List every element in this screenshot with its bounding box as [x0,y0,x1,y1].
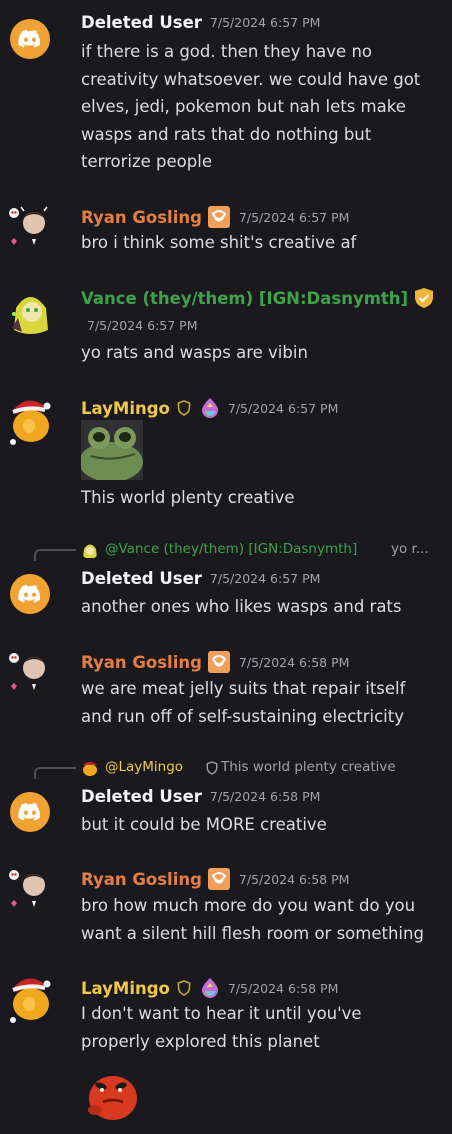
message-line: creativity whatsoever. we could have got [81,69,421,89]
timestamp: 7/5/2024 6:58 PM [227,980,339,996]
message-line: I don't want to hear it until you've [81,1004,362,1023]
shield-icon [177,980,191,996]
author-name[interactable]: LayMingo [81,979,170,998]
message-line: if there is a god. then they have no [81,42,372,61]
message-header: Ryan Gosling 7/5/2024 6:58 PM [81,650,349,674]
message-line: bro how much more do you want do you [81,896,416,915]
message-header: Deleted User 7/5/2024 6:58 PM [81,787,320,806]
rainbow-gem-icon[interactable] [200,397,220,419]
timestamp: 7/5/2024 6:57 PM [238,209,350,225]
discord-logo-icon [18,30,41,48]
author-name[interactable]: Ryan Gosling [81,653,202,672]
timestamp: 7/5/2024 6:58 PM [238,654,350,670]
reply-author[interactable]: @Vance (they/them) [IGN:Dasnymth] [105,541,357,557]
message-header: Ryan Gosling 7/5/2024 6:57 PM [81,205,349,229]
message-header: LayMingo 7/5/2024 6:57 PM [81,397,338,419]
reply-preview[interactable]: @Vance (they/them) [IGN:Dasnymth] yo r..… [0,539,452,561]
laymingo-avatar[interactable] [7,970,53,1028]
reply-text: This world plenty creative [221,759,396,775]
message-line: wasps and rats that do nothing but [81,124,372,144]
laymingo-avatar[interactable] [7,392,53,450]
message-body: we are meat jelly suits that repair itse… [81,675,441,730]
message-header: LayMingo 7/5/2024 6:58 PM [81,977,338,999]
discord-logo-icon [18,803,41,821]
message-body: but it could be MORE creative [81,811,441,839]
reply-preview[interactable]: @LayMingo This world plenty creative [0,757,452,779]
message-line: another ones who likes wasps and rats [81,597,402,616]
message-header: Ryan Gosling 7/5/2024 6:58 PM [81,867,349,891]
angry-red-creature-sticker-icon[interactable] [81,1064,141,1122]
author-name[interactable]: Deleted User [81,569,202,588]
timestamp: 7/5/2024 6:58 PM [238,871,350,887]
message-header: Vance (they/them) [IGN:Dasnymth] [81,287,435,309]
reply-text: yo r... [391,541,429,557]
timestamp: 7/5/2024 6:58 PM [209,789,321,804]
shield-icon [206,761,218,775]
author-name[interactable]: Ryan Gosling [81,870,202,889]
author-name[interactable]: Deleted User [81,787,202,806]
deleted-user-avatar[interactable] [10,19,50,59]
message-line: want a silent hill flesh room or somethi… [81,923,424,943]
author-name[interactable]: LayMingo [81,399,170,418]
reply-spine [34,767,76,779]
ryan-gosling-avatar[interactable] [8,203,52,251]
message-body: another ones who likes wasps and rats [81,593,441,621]
discord-logo-icon [18,585,41,603]
message-body: if there is a god. then they have no cre… [81,38,441,176]
timestamp: 7/5/2024 6:57 PM [209,571,321,586]
role-badge-icon[interactable] [207,205,231,229]
author-name[interactable]: Ryan Gosling [81,208,202,227]
author-name[interactable]: Deleted User [81,13,202,32]
role-badge-icon[interactable] [207,650,231,674]
message-line: but it could be MORE creative [81,815,327,834]
message-body: yo rats and wasps are vibin [81,339,441,367]
role-badge-icon[interactable] [207,867,231,891]
timestamp: 7/5/2024 6:57 PM [87,318,198,333]
message-line: properly explored this planet [81,1031,320,1051]
message-header: Deleted User 7/5/2024 6:57 PM [81,13,320,32]
deleted-user-avatar[interactable] [10,792,50,832]
message-line: and run off of self-sustaining electrici… [81,706,404,726]
message-line: bro i think some shit's creative af [81,233,357,252]
laymingo-mini-avatar [81,759,99,777]
message-line: yo rats and wasps are vibin [81,343,308,362]
vance-avatar[interactable] [8,288,52,338]
verified-shield-icon [413,287,435,309]
message-body: bro how much more do you want do you wan… [81,892,441,947]
frog-sticker-icon[interactable] [79,420,143,482]
reply-author[interactable]: @LayMingo [105,759,183,775]
ryan-gosling-avatar[interactable] [8,865,52,913]
deleted-user-avatar[interactable] [10,574,50,614]
message-body: This world plenty creative [81,484,441,512]
message-line: elves, jedi, pokemon but nah lets make [81,97,406,116]
message-line: terrorize people [81,152,212,171]
author-name[interactable]: Vance (they/them) [IGN:Dasnymth] [81,289,408,308]
message-body: I don't want to hear it until you've pro… [81,1000,441,1055]
rainbow-gem-icon[interactable] [200,977,220,999]
timestamp: 7/5/2024 6:57 PM [227,400,339,416]
timestamp: 7/5/2024 6:57 PM [209,15,321,30]
vance-mini-avatar [81,541,99,559]
reply-spine [34,549,76,561]
chat-log: Deleted User 7/5/2024 6:57 PM if there i… [0,0,452,1134]
message-body: bro i think some shit's creative af [81,229,441,257]
message-header: Deleted User 7/5/2024 6:57 PM [81,569,320,588]
message-line: This world plenty creative [81,488,295,507]
shield-icon [177,400,191,416]
ryan-gosling-avatar[interactable] [8,648,52,696]
message-line: we are meat jelly suits that repair itse… [81,679,406,698]
